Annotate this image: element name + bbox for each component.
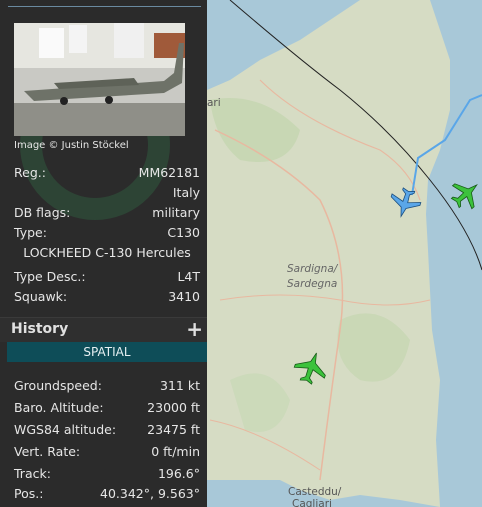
- track-label: Track:: [14, 466, 51, 481]
- panel-divider: [8, 6, 201, 7]
- type-desc-row: Type Desc.: L4T: [14, 268, 200, 286]
- baro-altitude-value: 23000 ft: [147, 400, 200, 415]
- wgs84-altitude-row: WGS84 altitude: 23475 ft: [14, 421, 200, 439]
- reg-label: Reg.:: [14, 165, 46, 180]
- db-flags-value: military: [152, 205, 200, 220]
- aircraft-info-panel: Image © Justin Stöckel Reg.: MM62181 Ita…: [0, 0, 207, 507]
- map-label-city-2: Cagliari: [292, 498, 332, 507]
- type-label: Type:: [14, 225, 47, 240]
- spatial-section-header[interactable]: SPATIAL: [7, 342, 207, 362]
- position-label: Pos.:: [14, 486, 44, 501]
- track-value: 196.6°: [157, 466, 200, 481]
- reg-row: Reg.: MM62181: [14, 164, 200, 182]
- wgs84-altitude-value: 23475 ft: [147, 422, 200, 437]
- wgs84-altitude-label: WGS84 altitude:: [14, 422, 117, 437]
- groundspeed-label: Groundspeed:: [14, 378, 102, 393]
- history-expand-button[interactable]: +: [186, 317, 203, 341]
- map-label-city-1: Casteddu/: [288, 486, 342, 498]
- reg-value[interactable]: MM62181: [139, 164, 200, 182]
- type-full-row: LOCKHEED C-130 Hercules: [14, 244, 200, 262]
- vert-rate-row: Vert. Rate: 0 ft/min: [14, 443, 200, 461]
- type-desc-value: L4T: [177, 269, 200, 284]
- aircraft-photo[interactable]: [14, 23, 185, 136]
- position-value: 40.342°, 9.563°: [100, 486, 200, 501]
- country-value: Italy: [172, 185, 200, 200]
- map-label-region-1: Sardigna/: [287, 263, 339, 275]
- map-label-partial: ari: [207, 97, 221, 109]
- map-label-region-2: Sardegna: [287, 278, 337, 290]
- db-flags-label: DB flags:: [14, 205, 71, 220]
- squawk-label: Squawk:: [14, 289, 68, 304]
- type-value: C130: [167, 225, 200, 240]
- history-section-header[interactable]: History +: [0, 317, 207, 342]
- groundspeed-row: Groundspeed: 311 kt: [14, 377, 200, 395]
- type-desc-label: Type Desc.:: [14, 269, 86, 284]
- position-row: Pos.: 40.342°, 9.563°: [14, 485, 200, 503]
- vert-rate-label: Vert. Rate:: [14, 444, 81, 459]
- type-row: Type: C130: [14, 224, 200, 242]
- type-full-value: LOCKHEED C-130 Hercules: [23, 245, 191, 260]
- vert-rate-value: 0 ft/min: [151, 444, 200, 459]
- track-row: Track: 196.6°: [14, 465, 200, 483]
- squawk-value: 3410: [168, 289, 200, 304]
- squawk-row: Squawk: 3410: [14, 288, 200, 306]
- baro-altitude-row: Baro. Altitude: 23000 ft: [14, 399, 200, 417]
- image-credit: Image © Justin Stöckel: [14, 140, 129, 151]
- baro-altitude-label: Baro. Altitude:: [14, 400, 104, 415]
- groundspeed-value: 311 kt: [160, 378, 200, 393]
- country-row: Italy: [14, 184, 200, 202]
- db-flags-row: DB flags: military: [14, 204, 200, 222]
- history-title: History: [11, 321, 69, 337]
